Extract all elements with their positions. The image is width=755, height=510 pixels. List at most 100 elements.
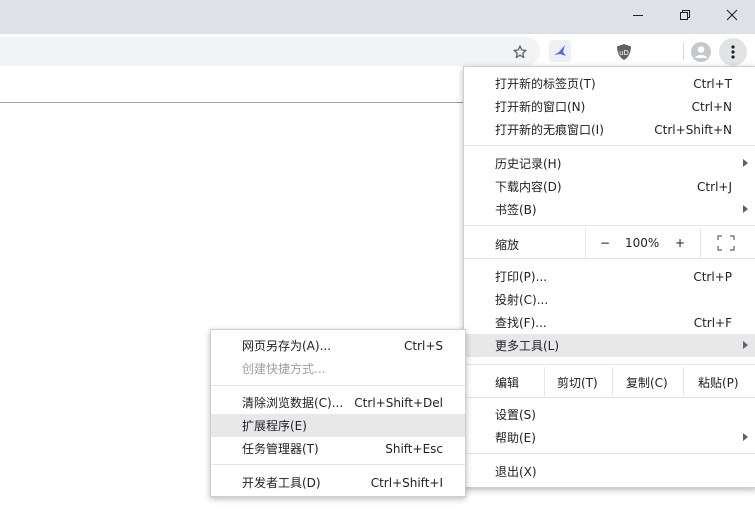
menu-item-label: 退出(X) — [495, 465, 537, 479]
menu-item-label: 投射(C)... — [495, 293, 549, 307]
svg-text:uD: uD — [619, 49, 629, 57]
menu-item-label: 打开新的窗口(N) — [495, 100, 586, 114]
submenu-arrow-icon — [743, 433, 748, 441]
menu-separator — [464, 225, 755, 226]
menu-item-shortcut: Ctrl+P — [693, 269, 732, 284]
menu-item-label: 清除浏览数据(C)... — [242, 396, 344, 410]
edit-divider — [612, 367, 613, 396]
menu-item-label: 帮助(E) — [495, 431, 536, 445]
menu-item-label: 打开新的无痕窗口(I) — [495, 123, 604, 137]
menu-item-shortcut: Ctrl+J — [697, 179, 732, 194]
submenu-item-task-manager[interactable]: 任务管理器(T) Shift+Esc — [211, 437, 465, 460]
minimize-button[interactable] — [615, 0, 661, 30]
submenu-item-dev-tools[interactable]: 开发者工具(D) Ctrl+Shift+I — [211, 471, 465, 494]
edit-divider — [683, 367, 684, 396]
submenu-arrow-icon — [743, 205, 748, 213]
menu-item-shortcut: Ctrl+T — [693, 76, 732, 91]
menu-item-history[interactable]: 历史记录(H) — [464, 152, 755, 175]
menu-item-shortcut: Ctrl+F — [693, 315, 732, 330]
edit-row: 编辑 剪切(T) 复制(C) 粘贴(P) — [464, 367, 755, 396]
browser-toolbar: uD — [0, 34, 755, 68]
menu-item-new-incognito[interactable]: 打开新的无痕窗口(I) Ctrl+Shift+N — [464, 118, 755, 141]
title-bar — [0, 0, 755, 34]
submenu-item-clear-data[interactable]: 清除浏览数据(C)... Ctrl+Shift+Del — [211, 391, 465, 414]
edit-label: 编辑 — [495, 376, 520, 390]
menu-item-help[interactable]: 帮助(E) — [464, 426, 755, 449]
submenu-item-create-shortcut: 创建快捷方式... — [211, 357, 465, 380]
submenu-item-extensions[interactable]: 扩展程序(E) — [211, 414, 465, 437]
menu-item-find[interactable]: 查找(F)... Ctrl+F — [464, 311, 755, 334]
menu-separator — [211, 385, 465, 386]
submenu-arrow-icon — [743, 341, 748, 349]
menu-separator — [211, 464, 465, 465]
menu-item-label: 更多工具(L) — [495, 339, 560, 353]
menu-item-print[interactable]: 打印(P)... Ctrl+P — [464, 265, 755, 288]
bird-extension-button[interactable] — [549, 40, 571, 62]
menu-item-label: 任务管理器(T) — [242, 442, 319, 456]
close-icon — [726, 9, 738, 21]
submenu-arrow-icon — [743, 159, 748, 167]
menu-item-bookmarks[interactable]: 书签(B) — [464, 198, 755, 221]
content-top-border — [0, 102, 463, 103]
zoom-divider — [700, 228, 701, 258]
cut-button[interactable]: 剪切(T) — [557, 374, 598, 391]
address-bar[interactable] — [0, 37, 540, 66]
menu-separator — [464, 258, 755, 259]
menu-item-label: 创建快捷方式... — [242, 362, 326, 376]
more-tools-submenu: 网页另存为(A)... Ctrl+S 创建快捷方式... 清除浏览数据(C)..… — [210, 329, 466, 497]
ublock-icon: uD — [617, 44, 631, 60]
menu-separator — [464, 145, 755, 146]
menu-item-cast[interactable]: 投射(C)... — [464, 288, 755, 311]
menu-item-settings[interactable]: 设置(S) — [464, 403, 755, 426]
menu-item-label: 书签(B) — [495, 203, 537, 217]
menu-separator — [464, 364, 755, 365]
menu-item-label: 网页另存为(A)... — [242, 339, 332, 353]
close-button[interactable] — [709, 0, 755, 30]
menu-item-label: 设置(S) — [495, 408, 536, 422]
menu-item-label: 扩展程序(E) — [242, 419, 307, 433]
menu-item-new-tab[interactable]: 打开新的标签页(T) Ctrl+T — [464, 72, 755, 95]
zoom-label: 缩放 — [495, 238, 520, 252]
zoom-level: 100% — [625, 236, 660, 250]
bookmark-star-button[interactable] — [510, 42, 530, 62]
edit-divider — [544, 367, 545, 396]
menu-item-label: 开发者工具(D) — [242, 476, 321, 490]
menu-item-shortcut: Ctrl+S — [403, 338, 443, 353]
profile-button[interactable] — [690, 41, 712, 63]
submenu-item-save-page[interactable]: 网页另存为(A)... Ctrl+S — [211, 334, 465, 357]
menu-item-label: 查找(F)... — [495, 316, 547, 330]
menu-item-label: 下载内容(D) — [495, 180, 562, 194]
restore-button[interactable] — [662, 0, 708, 30]
zoom-row: 缩放 − 100% + — [464, 228, 755, 258]
chrome-main-menu: 打开新的标签页(T) Ctrl+T 打开新的窗口(N) Ctrl+N 打开新的无… — [463, 66, 755, 488]
menu-separator — [464, 453, 755, 454]
menu-item-label: 打开新的标签页(T) — [495, 77, 596, 91]
menu-item-label: 历史记录(H) — [495, 157, 562, 171]
ublock-extension-button[interactable]: uD — [614, 42, 634, 62]
fullscreen-button[interactable] — [717, 235, 735, 251]
menu-item-label: 打印(P)... — [495, 270, 548, 284]
copy-button[interactable]: 复制(C) — [626, 374, 668, 391]
star-icon — [513, 45, 527, 59]
zoom-in-button[interactable]: + — [675, 236, 685, 250]
minimize-icon — [633, 15, 643, 16]
zoom-out-button[interactable]: − — [600, 236, 610, 250]
zoom-divider — [585, 228, 586, 258]
restore-icon — [680, 10, 690, 20]
menu-item-downloads[interactable]: 下载内容(D) Ctrl+J — [464, 175, 755, 198]
menu-separator — [464, 397, 755, 398]
menu-item-exit[interactable]: 退出(X) — [464, 460, 755, 483]
menu-item-shortcut: Ctrl+Shift+Del — [354, 395, 443, 410]
kebab-menu-icon — [731, 45, 735, 59]
fullscreen-icon — [717, 235, 735, 251]
menu-item-more-tools[interactable]: 更多工具(L) — [464, 334, 755, 357]
bird-extension-icon — [554, 45, 566, 56]
menu-item-new-window[interactable]: 打开新的窗口(N) Ctrl+N — [464, 95, 755, 118]
menu-item-shortcut: Shift+Esc — [385, 441, 443, 456]
chrome-menu-button[interactable] — [719, 38, 747, 66]
menu-item-shortcut: Ctrl+Shift+N — [654, 122, 732, 137]
menu-item-shortcut: Ctrl+N — [691, 99, 732, 114]
paste-button[interactable]: 粘贴(P) — [698, 374, 739, 391]
menu-item-shortcut: Ctrl+Shift+I — [370, 475, 443, 490]
toolbar-divider — [683, 43, 684, 60]
